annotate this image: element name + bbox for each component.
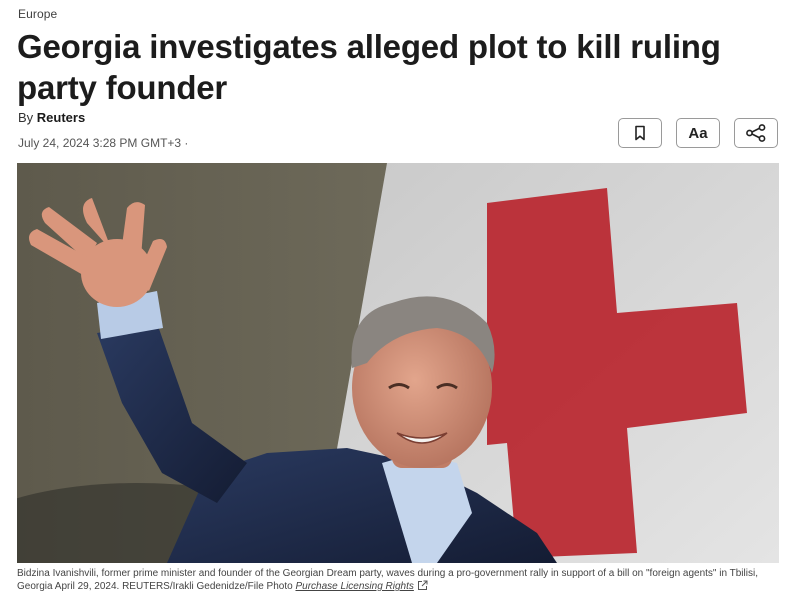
photo-caption: Bidzina Ivanishvili, former prime minist… (17, 567, 782, 593)
author-link[interactable]: Reuters (37, 110, 85, 125)
byline-prefix: By (18, 110, 34, 125)
share-icon (746, 124, 766, 142)
text-size-label: Aa (688, 124, 708, 142)
share-button[interactable] (734, 118, 778, 148)
external-link-icon[interactable] (417, 580, 428, 591)
section-link[interactable]: Europe (18, 7, 57, 21)
text-size-button[interactable]: Aa (676, 118, 720, 148)
photo-illustration (17, 163, 779, 563)
bookmark-icon (635, 125, 645, 141)
publish-date: July 24, 2024 3:28 PM GMT+3 · (18, 136, 189, 150)
byline: By Reuters (18, 110, 85, 125)
article-photo[interactable] (17, 163, 779, 563)
purchase-licensing-link[interactable]: Purchase Licensing Rights (295, 581, 413, 592)
article-headline: Georgia investigates alleged plot to kil… (17, 28, 721, 106)
bookmark-button[interactable] (618, 118, 662, 148)
